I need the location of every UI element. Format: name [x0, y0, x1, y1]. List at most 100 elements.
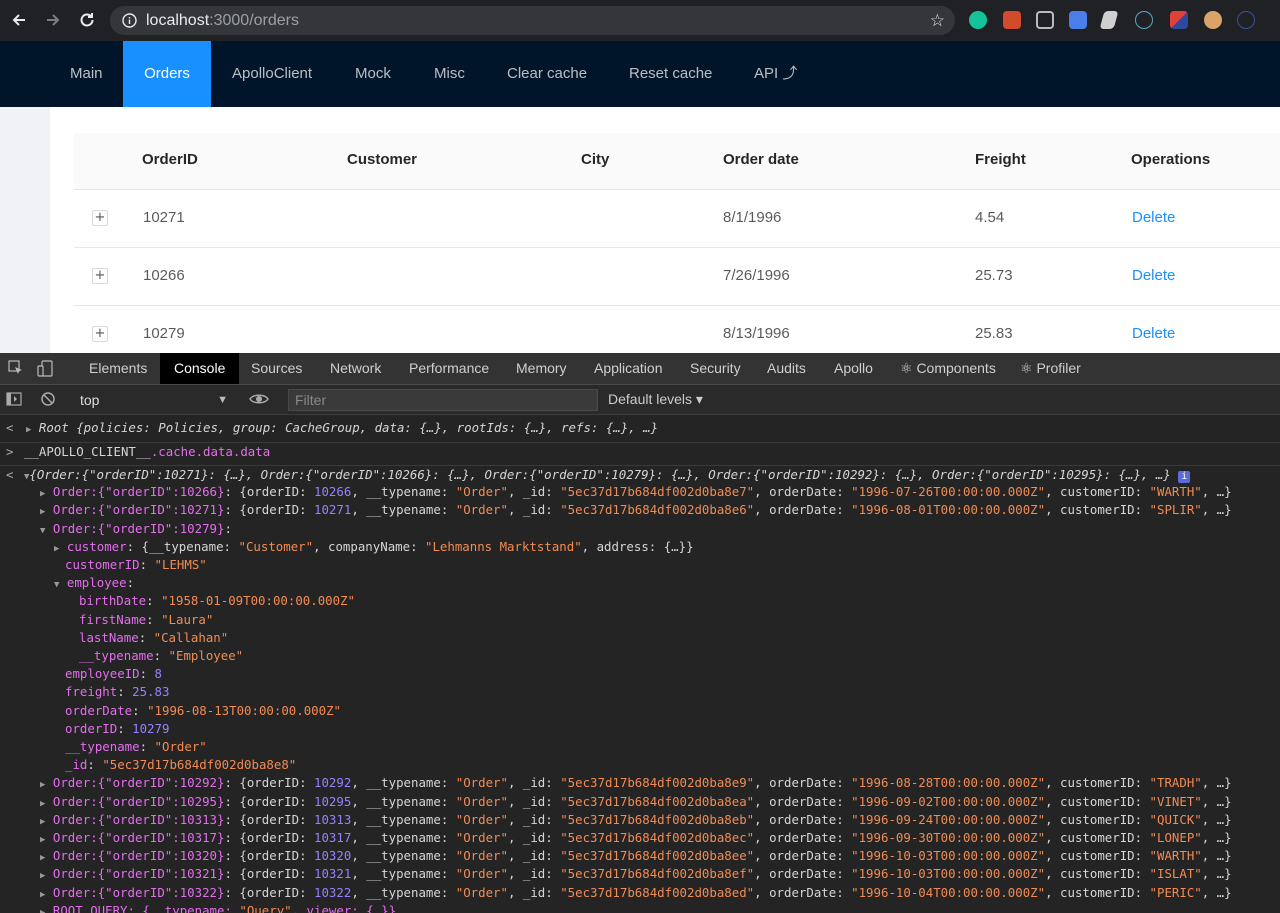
triangle-down-icon[interactable]: ▼	[24, 472, 29, 482]
nav-item-clear-cache[interactable]: Clear cache	[507, 41, 587, 107]
clear-console-icon[interactable]	[40, 391, 56, 411]
console-order-entry[interactable]: ▶ Order:{"orderID":10321}: {orderID: 103…	[0, 865, 1280, 883]
nav-item-main[interactable]: Main	[70, 41, 103, 107]
nav-item-api[interactable]: API ⤴	[754, 41, 797, 107]
delete-link[interactable]: Delete	[1132, 325, 1175, 342]
app-nav: Main Orders ApolloClient Mock Misc Clear…	[0, 41, 1280, 107]
triangle-right-icon[interactable]: ▶	[40, 835, 45, 845]
tab-elements[interactable]: Elements	[75, 353, 161, 384]
console-line-root[interactable]: < ▶ Root {policies: Policies, group: Cach…	[0, 419, 1280, 437]
triangle-right-icon[interactable]: ▶	[40, 507, 45, 517]
extension-icon[interactable]	[1170, 11, 1188, 29]
delete-link[interactable]: Delete	[1132, 267, 1175, 284]
triangle-right-icon[interactable]: ▶	[40, 489, 45, 499]
console-root-query-entry[interactable]: ▶ ROOT_QUERY: {__typename: "Query", view…	[0, 902, 1280, 913]
expand-row-icon[interactable]: +	[92, 326, 108, 342]
browser-toolbar: localhost:3000/orders ☆	[0, 0, 1280, 41]
triangle-down-icon[interactable]: ▼	[40, 526, 45, 536]
forward-icon[interactable]	[42, 9, 64, 31]
log-levels-dropdown[interactable]: Default levels ▾	[608, 391, 703, 408]
triangle-right-icon[interactable]: ▶	[40, 890, 45, 900]
nav-item-orders[interactable]: Orders	[123, 41, 211, 107]
console-property[interactable]: ▼ employee:	[0, 574, 1280, 592]
reload-icon[interactable]	[76, 9, 98, 31]
console-order-entry[interactable]: ▶ Order:{"orderID":10317}: {orderID: 103…	[0, 829, 1280, 847]
table-row: + 10279 8/13/1996 25.83 Delete	[74, 306, 1280, 353]
console-property: __typename: "Employee"	[79, 648, 244, 663]
cell-freight: 4.54	[975, 209, 1005, 226]
nav-item-apolloclient[interactable]: ApolloClient	[232, 41, 312, 107]
console-property[interactable]: ▶ customer: {__typename: "Customer", com…	[0, 538, 1280, 556]
column-header-customer[interactable]: Customer	[347, 151, 417, 168]
info-icon[interactable]	[122, 13, 137, 33]
tab-memory[interactable]: Memory	[502, 353, 581, 384]
triangle-right-icon[interactable]: ▶	[40, 853, 45, 863]
column-header-order-date[interactable]: Order date	[723, 151, 799, 168]
nav-item-mock[interactable]: Mock	[355, 41, 391, 107]
translate-extension-icon[interactable]	[1069, 11, 1087, 29]
console-result-line[interactable]: < ▼{Order:{"orderID":10271}: {…}, Order:{…	[0, 465, 1280, 483]
info-icon: i	[1178, 471, 1191, 483]
triangle-down-icon[interactable]: ▼	[54, 580, 59, 590]
url-text: localhost:3000/orders	[146, 12, 299, 30]
console-command-line: > __APOLLO_CLIENT__.cache.data.data	[0, 442, 1280, 460]
triangle-right-icon[interactable]: ▶	[26, 425, 31, 435]
delete-link[interactable]: Delete	[1132, 209, 1175, 226]
extension-icon[interactable]	[1003, 11, 1021, 29]
device-toolbar-icon[interactable]	[37, 360, 55, 382]
console-order-entry[interactable]: ▶ Order:{"orderID":10322}: {orderID: 103…	[0, 884, 1280, 902]
triangle-right-icon[interactable]: ▶	[40, 908, 45, 913]
console-order-entry-expanded[interactable]: ▼ Order:{"orderID":10279}:	[0, 520, 1280, 538]
extension-icon[interactable]	[1263, 11, 1277, 29]
tab-apollo[interactable]: Apollo	[820, 353, 887, 384]
grammarly-extension-icon[interactable]	[969, 11, 987, 29]
context-value: top	[80, 392, 100, 408]
inspect-element-icon[interactable]	[8, 360, 24, 380]
column-header-city[interactable]: City	[581, 151, 609, 168]
console-order-entry[interactable]: ▶ Order:{"orderID":10292}: {orderID: 102…	[0, 774, 1280, 792]
console-property: orderDate: "1996-08-13T00:00:00.000Z"	[65, 702, 342, 718]
tab-console[interactable]: Console	[160, 353, 240, 384]
triangle-right-icon[interactable]: ▶	[54, 544, 59, 554]
column-header-orderid[interactable]: OrderID	[142, 151, 198, 168]
nav-item-reset-cache[interactable]: Reset cache	[629, 41, 712, 107]
address-bar[interactable]: localhost:3000/orders ☆	[110, 6, 955, 35]
console-property: customerID: "LEHMS"	[65, 557, 207, 572]
console-order-entry[interactable]: ▶ Order:{"orderID":10266}: {orderID: 102…	[0, 483, 1280, 501]
extension-icon[interactable]	[1135, 11, 1153, 29]
extension-icon[interactable]	[1204, 11, 1222, 29]
back-icon[interactable]	[8, 9, 30, 31]
nav-item-misc[interactable]: Misc	[434, 41, 465, 107]
column-header-operations: Operations	[1131, 151, 1211, 168]
expand-row-icon[interactable]: +	[92, 210, 108, 226]
tab-performance[interactable]: Performance	[395, 353, 503, 384]
expand-row-icon[interactable]: +	[92, 268, 108, 284]
tab-sources[interactable]: Sources	[237, 353, 316, 384]
tab-security[interactable]: Security	[676, 353, 755, 384]
tab-network[interactable]: Network	[316, 353, 395, 384]
tab-application[interactable]: Application	[580, 353, 677, 384]
tab-components[interactable]: ⚛ Components	[886, 353, 1010, 384]
triangle-right-icon[interactable]: ▶	[40, 817, 45, 827]
extension-icon[interactable]	[1237, 11, 1255, 29]
tab-audits[interactable]: Audits	[753, 353, 820, 384]
page-content: OrderID Customer City Order date Freight…	[0, 107, 1280, 353]
triangle-right-icon[interactable]: ▶	[40, 871, 45, 881]
table-row: + 10271 8/1/1996 4.54 Delete	[74, 190, 1280, 248]
sidebar-toggle-icon[interactable]	[6, 391, 22, 411]
eye-icon[interactable]	[249, 391, 269, 411]
filter-input[interactable]	[288, 389, 598, 411]
pocket-extension-icon[interactable]	[1036, 11, 1054, 29]
column-header-freight[interactable]: Freight	[975, 151, 1026, 168]
triangle-right-icon[interactable]: ▶	[40, 799, 45, 809]
context-select[interactable]: top ▼	[72, 389, 232, 411]
star-icon[interactable]: ☆	[930, 11, 945, 31]
console-order-entry[interactable]: ▶ Order:{"orderID":10271}: {orderID: 102…	[0, 501, 1280, 519]
table-row: + 10266 7/26/1996 25.73 Delete	[74, 248, 1280, 306]
console-order-entry[interactable]: ▶ Order:{"orderID":10313}: {orderID: 103…	[0, 811, 1280, 829]
tab-profiler[interactable]: ⚛ Profiler	[1006, 353, 1095, 384]
console-order-entry[interactable]: ▶ Order:{"orderID":10295}: {orderID: 102…	[0, 793, 1280, 811]
console-order-entry[interactable]: ▶ Order:{"orderID":10320}: {orderID: 103…	[0, 847, 1280, 865]
extension-icon[interactable]	[1099, 11, 1119, 29]
triangle-right-icon[interactable]: ▶	[40, 780, 45, 790]
